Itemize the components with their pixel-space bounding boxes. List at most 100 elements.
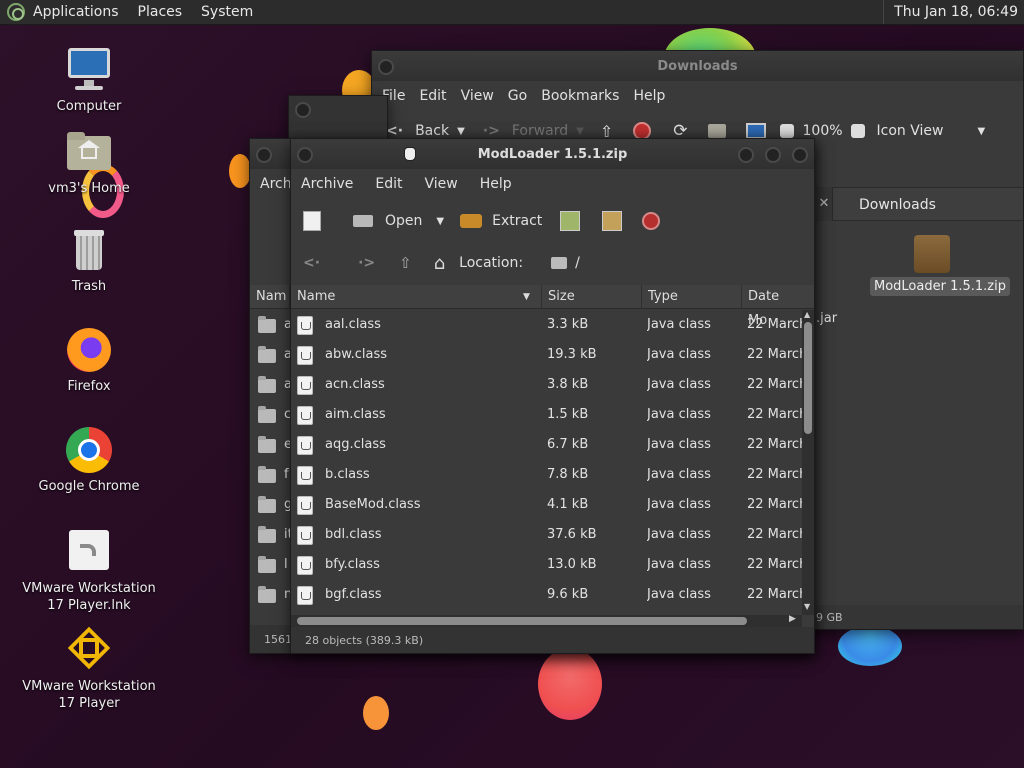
table-row[interactable]: a [250, 310, 292, 340]
package-icon[interactable] [914, 235, 950, 273]
menu-help[interactable]: Help [633, 88, 665, 104]
back-arrow-icon[interactable]: <· [386, 123, 403, 139]
back-arrow-icon[interactable]: <· [303, 255, 320, 271]
open-archive-icon[interactable] [353, 215, 373, 227]
desktop-icon-vmware-lnk[interactable]: VMware Workstation 17 Player.lnk [14, 528, 164, 614]
table-row[interactable]: n [250, 580, 292, 610]
window-menu-button[interactable] [256, 147, 272, 163]
forward-history-chevron-down-icon[interactable]: ▼ [576, 126, 584, 137]
file-name: aal.class [325, 317, 381, 332]
table-row[interactable]: aal.class 3.3 kB Java class 22 March [291, 310, 802, 340]
desktop-icon-computer[interactable]: Computer [14, 46, 164, 115]
horizontal-scrollbar[interactable]: ▶ [291, 614, 802, 627]
menu-help[interactable]: Help [480, 176, 512, 192]
menu-go[interactable]: Go [508, 88, 527, 104]
open-chevron-down-icon[interactable]: ▼ [436, 216, 444, 227]
new-archive-icon[interactable] [303, 211, 321, 231]
table-row[interactable]: b.class 7.8 kB Java class 22 March [291, 460, 802, 490]
window-menu-button[interactable] [297, 147, 313, 163]
scrollbar-thumb[interactable] [297, 617, 747, 625]
downloads-titlebar[interactable]: Downloads [372, 51, 1023, 81]
table-row[interactable]: bdl.class 37.6 kB Java class 22 March [291, 520, 802, 550]
menu-view[interactable]: View [461, 88, 494, 104]
column-header-date[interactable]: Date Mo [742, 285, 802, 328]
location-path[interactable]: / [575, 255, 580, 271]
window-menu-button[interactable] [378, 59, 394, 75]
zoom-out-icon[interactable] [779, 124, 794, 138]
close-button[interactable] [792, 147, 808, 163]
table-row[interactable]: it [250, 520, 292, 550]
vertical-scrollbar[interactable]: ▲ ▼ [802, 310, 814, 615]
view-mode-chevron-down-icon[interactable]: ▼ [977, 126, 985, 137]
file-name: bdl.class [325, 527, 382, 542]
back-button[interactable]: Back [415, 123, 449, 139]
table-row[interactable]: acn.class 3.8 kB Java class 22 March [291, 370, 802, 400]
forward-button[interactable]: Forward [512, 123, 568, 139]
extract-button[interactable]: Extract [492, 213, 542, 229]
forward-arrow-icon[interactable]: ·> [358, 255, 375, 271]
table-row[interactable]: BaseMod.class 4.1 kB Java class 22 March [291, 490, 802, 520]
table-row[interactable]: aqg.class 6.7 kB Java class 22 March [291, 430, 802, 460]
table-row[interactable]: bgf.class 9.6 kB Java class 22 March [291, 580, 802, 610]
panel-menu-applications[interactable]: Applications [33, 4, 119, 20]
menu-edit[interactable]: Edit [419, 88, 446, 104]
table-row[interactable]: a [250, 340, 292, 370]
scroll-right-icon[interactable]: ▶ [789, 614, 796, 624]
tab-downloads[interactable]: Downloads [832, 187, 1023, 221]
distro-logo-icon[interactable] [7, 3, 25, 21]
folder-icon [258, 526, 276, 543]
folder-icon [258, 556, 276, 573]
scroll-down-icon[interactable]: ▼ [804, 602, 810, 611]
home-icon[interactable]: ⌂ [434, 253, 445, 274]
forward-arrow-icon[interactable]: ·> [483, 123, 500, 139]
table-row[interactable]: e [250, 430, 292, 460]
column-header-name[interactable]: Nam [250, 285, 290, 309]
menu-edit[interactable]: Edit [375, 176, 402, 192]
table-row[interactable]: bfy.class 13.0 kB Java class 22 March [291, 550, 802, 580]
folder-icon [258, 406, 276, 423]
window-menu-button[interactable] [295, 102, 311, 118]
table-row[interactable]: f [250, 460, 290, 490]
table-row[interactable]: l [250, 550, 290, 580]
close-tab-icon[interactable]: ✕ [816, 187, 832, 221]
archive-window[interactable]: ModLoader 1.5.1.zip Archive Edit View He… [290, 138, 815, 654]
open-button[interactable]: Open [385, 213, 422, 229]
computer-icon[interactable] [745, 123, 766, 139]
column-header-type[interactable]: Type [642, 285, 742, 309]
minimize-button[interactable] [738, 147, 754, 163]
table-row[interactable]: aim.class 1.5 kB Java class 22 March [291, 400, 802, 430]
desktop-icon-trash[interactable]: Trash [14, 226, 164, 295]
menu-archive[interactable]: Archive [301, 176, 353, 192]
desktop-icon-chrome[interactable]: Google Chrome [14, 426, 164, 495]
menu-bookmarks[interactable]: Bookmarks [541, 88, 619, 104]
view-mode-select[interactable]: Icon View [877, 123, 944, 139]
menu-view[interactable]: View [425, 176, 458, 192]
panel-clock[interactable]: Thu Jan 18, 06:49 [883, 0, 1024, 24]
zoom-in-icon[interactable] [850, 124, 865, 138]
table-row[interactable]: a [250, 370, 292, 400]
file-name: b.class [325, 467, 370, 482]
stop-icon[interactable] [642, 212, 661, 230]
archive-titlebar[interactable]: ModLoader 1.5.1.zip [291, 139, 814, 169]
add-folder-icon[interactable] [602, 211, 623, 231]
maximize-button[interactable] [765, 147, 781, 163]
column-header-size[interactable]: Size [542, 285, 642, 309]
column-header-name[interactable]: Name ▼ [291, 285, 542, 309]
table-row[interactable]: c [250, 400, 291, 430]
scroll-up-icon[interactable]: ▲ [804, 310, 810, 319]
panel-menu-system[interactable]: System [201, 4, 253, 20]
up-arrow-icon[interactable]: ⇧ [399, 254, 412, 272]
desktop-icon-vmware[interactable]: VMware Workstation 17 Player [14, 626, 164, 712]
extract-icon[interactable] [460, 214, 483, 228]
desktop-icon-firefox[interactable]: Firefox [14, 326, 164, 395]
home-icon[interactable] [707, 124, 726, 138]
panel-menu-places[interactable]: Places [138, 4, 183, 20]
table-row[interactable]: abw.class 19.3 kB Java class 22 March [291, 340, 802, 370]
back-history-chevron-down-icon[interactable]: ▼ [457, 126, 465, 137]
file-item-modloader-zip[interactable]: ModLoader 1.5.1.zip [870, 277, 1010, 296]
file-item-jar[interactable]: .jar [816, 311, 837, 326]
scrollbar-thumb[interactable] [804, 322, 812, 434]
table-row[interactable]: g [250, 490, 292, 520]
desktop-icon-home[interactable]: vm3's Home [14, 128, 164, 197]
add-files-icon[interactable] [560, 211, 581, 231]
